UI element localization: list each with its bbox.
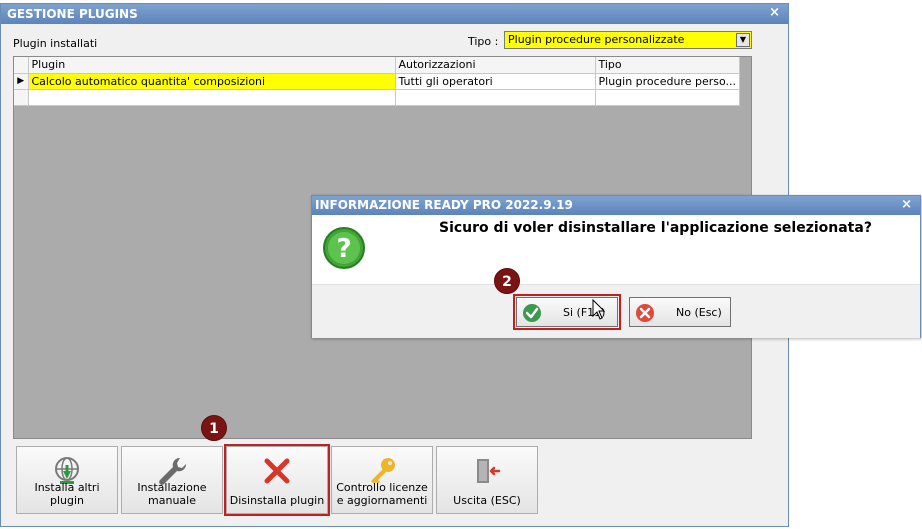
- cell-empty[interactable]: [595, 89, 741, 106]
- license-check-button[interactable]: Controllo licenze e aggiornamenti: [331, 446, 433, 514]
- check-icon: [522, 303, 542, 326]
- type-label: Tipo :: [468, 35, 499, 48]
- row-indicator-icon: ▶: [14, 73, 29, 90]
- confirm-dialog: INFORMAZIONE READY PRO 2022.9.19 × ? Sic…: [311, 195, 921, 338]
- cancel-icon: [635, 303, 655, 326]
- license-check-label: Controllo licenze e aggiornamenti: [336, 481, 428, 507]
- cell-empty[interactable]: [28, 89, 396, 106]
- uninstall-plugin-button[interactable]: Disinstalla plugin: [224, 444, 330, 516]
- mouse-cursor-icon: [592, 298, 606, 325]
- red-x-icon: [227, 455, 327, 487]
- svg-text:?: ?: [336, 234, 351, 264]
- dialog-close-icon[interactable]: ×: [901, 197, 912, 212]
- install-more-button[interactable]: Installa altri plugin: [16, 446, 118, 514]
- manual-install-button[interactable]: Installazione manuale: [121, 446, 223, 514]
- type-select-value: Plugin procedure personalizzate: [508, 33, 685, 46]
- no-button-label: No (Esc): [676, 306, 722, 319]
- step-badge-1: 1: [201, 415, 227, 441]
- exit-door-icon: [437, 455, 537, 487]
- dialog-footer: Si (F11) No (Esc): [312, 284, 920, 338]
- uninstall-plugin-label: Disinstalla plugin: [229, 494, 325, 507]
- cell-plugin[interactable]: Calcolo automatico quantita' composizion…: [28, 73, 396, 90]
- window-close-icon[interactable]: ×: [769, 5, 780, 20]
- cell-type[interactable]: Plugin procedure perso...: [595, 73, 741, 90]
- dialog-titlebar: INFORMAZIONE READY PRO 2022.9.19 ×: [312, 196, 920, 215]
- table-row-empty[interactable]: [14, 89, 741, 106]
- dialog-message: Sicuro di voler disinstallare l'applicaz…: [439, 220, 872, 236]
- window-title: GESTIONE PLUGINS: [7, 7, 138, 21]
- column-header-plugin[interactable]: Plugin: [28, 57, 396, 74]
- cell-auth[interactable]: Tutti gli operatori: [395, 73, 596, 90]
- type-select[interactable]: Plugin procedure personalizzate ▼: [504, 31, 752, 49]
- grid-header-row: Plugin Autorizzazioni Tipo: [14, 57, 741, 74]
- column-header-type[interactable]: Tipo: [595, 57, 741, 74]
- row-indicator-header: [14, 57, 29, 74]
- manual-install-label: Installazione manuale: [137, 481, 207, 507]
- cell-empty[interactable]: [395, 89, 596, 106]
- chevron-down-icon[interactable]: ▼: [736, 33, 750, 47]
- install-more-label: Installa altri plugin: [34, 481, 100, 507]
- exit-label: Uscita (ESC): [453, 494, 521, 507]
- question-icon: ?: [322, 226, 366, 274]
- dialog-title: INFORMAZIONE READY PRO 2022.9.19: [315, 198, 573, 212]
- exit-button[interactable]: Uscita (ESC): [436, 446, 538, 514]
- installed-plugins-label: Plugin installati: [13, 37, 98, 50]
- window-titlebar: GESTIONE PLUGINS ×: [1, 4, 788, 24]
- no-button[interactable]: No (Esc): [629, 297, 731, 327]
- column-header-auth[interactable]: Autorizzazioni: [395, 57, 596, 74]
- step-badge-2: 2: [494, 268, 520, 294]
- plugin-table: Plugin Autorizzazioni Tipo ▶ Calcolo aut…: [14, 57, 741, 106]
- row-indicator-empty: [14, 89, 29, 106]
- table-row[interactable]: ▶ Calcolo automatico quantita' composizi…: [14, 73, 741, 90]
